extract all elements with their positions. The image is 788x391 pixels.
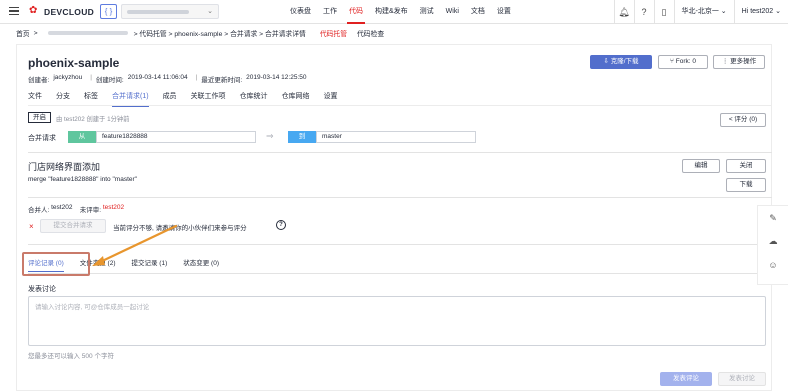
breadcrumb-separator: > [33,29,38,37]
close-x-icon: × [29,222,34,231]
fork-button[interactable]: ⑂ Fork: 0 [658,55,708,69]
chat-icon[interactable]: ☺ [767,259,779,271]
cloud-icon[interactable]: ☁ [767,235,779,247]
tab-repo-stats[interactable]: 仓库统计 [240,91,268,105]
topbar-right: 🔔︎ ? ▯ 华北-北京一 ⌄ Hi test202 ⌄ [613,0,788,24]
post-comment-button[interactable]: 发表评论 [660,372,712,386]
clone-download-button[interactable]: ⇩ 克隆/下载 [590,55,652,69]
edit-button[interactable]: 编辑 [682,159,720,173]
nav-code[interactable]: 代码 [343,0,369,24]
tabs-divider [28,105,772,106]
annotation-highlight-box [22,252,90,276]
breadcrumb-project-blurred[interactable] [47,31,128,35]
tab-tags[interactable]: 标签 [84,91,98,105]
logo-text: DEVCLOUD [44,7,95,17]
merger-label: 合并人: [28,207,50,214]
created-label: 创建时间: [95,77,124,84]
tab-branches[interactable]: 分支 [56,91,70,105]
submit-merge-button[interactable]: 提交合并请求 [40,219,106,233]
top-bar: ✿ DEVCLOUD { } ⌄ 仪表盘 工作 代码 构建&发布 测试 Wiki… [0,0,788,24]
to-tag: 到 [288,131,316,143]
nav-work[interactable]: 工作 [317,0,343,24]
updated-value: 2019-03-14 12:25:50 [246,74,307,81]
repo-meta: 创建者: jackyzhou | 创建时间: 2019-03-14 11:06:… [28,74,307,84]
status-badge: 开启 [28,112,51,123]
divider [28,244,772,245]
download-button[interactable]: 下载 [726,178,766,192]
tab-settings[interactable]: 设置 [324,91,338,105]
clone-label: 克隆/下载 [610,58,639,65]
rating-warning: 当前评分不够, 请邀请你的小伙伴们来参与评分 [113,225,247,232]
status-text: 由 test202 创建于 1分钟前 [56,116,130,123]
merger-row: 合并人: test202 未评审: test202 [28,204,124,214]
tab-status-changes[interactable]: 状态变更 (0) [183,258,219,270]
project-icon[interactable]: { } [100,4,117,19]
more-label: 更多操作 [730,58,757,65]
comment-input[interactable] [28,296,766,346]
reviewer-value: test202 [102,204,125,211]
sub-tabs-divider [28,273,772,274]
merge-request-label: 合并请求 [28,135,56,142]
divider [28,152,772,153]
target-branch: master [316,131,476,143]
feedback-icon[interactable]: ✎ [767,212,779,224]
tab-linked-work-items[interactable]: 关联工作项 [191,91,226,105]
breadcrumb-link-code-hosting[interactable]: 代码托管 [320,28,347,38]
more-actions-button[interactable]: ⋮ 更多操作 [713,55,765,69]
user-menu[interactable]: Hi test202 ⌄ [733,0,788,24]
breadcrumb-path[interactable]: > 代码托管 > phoenix-sample > 合并请求 > 合并请求详情 [134,28,306,38]
project-name-blurred [127,10,189,14]
creator-value: jackyzhou [53,74,83,81]
breadcrumb: 首页 > > 代码托管 > phoenix-sample > 合并请求 > 合并… [16,27,384,39]
project-selector[interactable]: ⌄ [121,4,219,19]
divider [28,197,772,198]
nav-docs[interactable]: 文档 [465,0,491,24]
mr-title: 门店网络界面添加 [28,162,101,172]
arrow-right-icon: ⇒ [266,131,274,141]
region-selector[interactable]: 华北-北京一 ⌄ [673,0,734,24]
source-branch: feature1828888 [96,131,256,143]
close-button[interactable]: 关闭 [726,159,766,173]
repo-title: phoenix-sample [28,56,120,70]
floating-side-panel: ✎ ☁ ☺ [757,205,788,285]
tab-merge-requests[interactable]: 合并请求(1) [112,91,149,107]
help-icon[interactable]: ? [633,0,654,24]
fork-icon: ⑂ [670,58,674,65]
tab-members[interactable]: 成员 [163,91,177,105]
tab-commits[interactable]: 提交记录 (1) [132,258,168,270]
char-limit-text: 您最多还可以输入 500 个字符 [28,353,114,360]
creator-label: 创建者: [28,77,50,84]
updated-label: 最近更新时间: [201,77,243,84]
post-discussion-button[interactable]: 发表讨论 [718,372,766,386]
from-tag: 从 [68,131,96,143]
more-icon: ⋮ [721,58,729,65]
user-label: Hi test202 [741,8,774,15]
tab-repo-network[interactable]: 仓库网络 [282,91,310,105]
tab-files[interactable]: 文件 [28,91,42,105]
nav-test[interactable]: 测试 [414,0,440,24]
reviewer-label: 未评审: [79,207,101,214]
merger-value: test202 [51,204,73,211]
breadcrumb-home[interactable]: 首页 [16,28,30,38]
nav-settings[interactable]: 设置 [491,0,517,24]
huawei-logo-icon: ✿ [29,5,38,16]
mobile-icon[interactable]: ▯ [653,0,674,24]
mr-description: merge "feature1828888" into "master" [28,176,137,183]
question-icon[interactable]: ? [276,220,286,230]
chevron-down-icon: ⌄ [207,8,213,15]
rating-button[interactable]: < 评分 (0) [720,113,766,127]
created-value: 2019-03-14 11:06:04 [127,74,188,81]
nav-build-release[interactable]: 构建&发布 [369,0,414,24]
fork-label: Fork: 0 [675,58,696,65]
nav-wiki[interactable]: Wiki [440,0,465,24]
main-nav: 仪表盘 工作 代码 构建&发布 测试 Wiki 文档 设置 [284,0,517,24]
breadcrumb-link-code-check[interactable]: 代码检查 [357,28,384,38]
comment-heading: 发表讨论 [28,286,56,293]
notification-icon[interactable]: 🔔︎ [613,0,634,24]
region-label: 华北-北京一 [681,8,719,15]
repo-tabs: 文件 分支 标签 合并请求(1) 成员 关联工作项 仓库统计 仓库网络 设置 [28,91,352,107]
nav-dashboard[interactable]: 仪表盘 [284,0,317,24]
menu-icon[interactable] [9,7,19,15]
